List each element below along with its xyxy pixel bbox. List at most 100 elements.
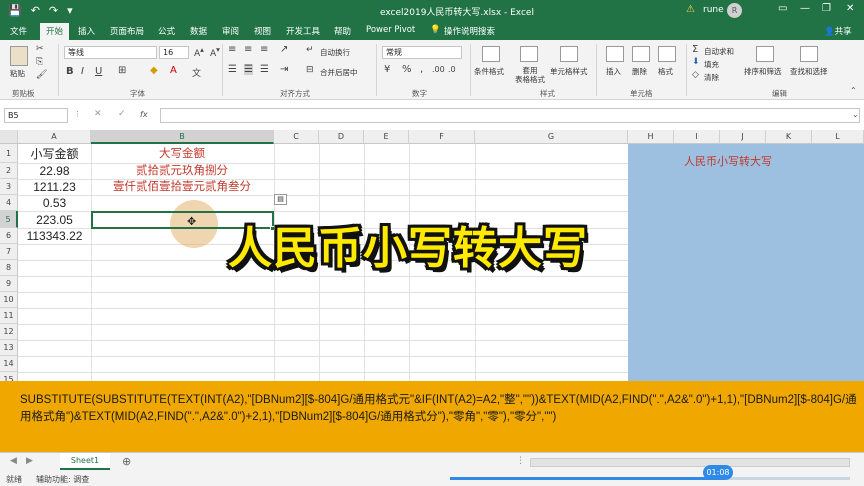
share-button[interactable]: 👤共享	[824, 25, 852, 37]
cell-style-icon[interactable]	[560, 46, 578, 62]
cut-icon[interactable]: ✂	[36, 44, 44, 54]
tab-formulas[interactable]: 公式	[158, 25, 175, 37]
paste-options-icon[interactable]: ▤	[274, 194, 287, 205]
row-header-8[interactable]: 8	[0, 260, 18, 276]
row-header-7[interactable]: 7	[0, 244, 18, 260]
warning-icon[interactable]: ⚠	[686, 4, 695, 15]
insert-button[interactable]: 插入	[606, 66, 621, 77]
conditional-format-icon[interactable]	[482, 46, 500, 62]
cancel-icon[interactable]: ✕	[94, 109, 102, 119]
row-header-12[interactable]: 12	[0, 324, 18, 340]
fill-color-icon[interactable]: ◆	[150, 65, 158, 76]
row-header-9[interactable]: 9	[0, 276, 18, 292]
customize-qat-icon[interactable]: ▾	[67, 4, 73, 17]
increase-decimal-icon[interactable]: .00	[432, 65, 445, 74]
align-center-icon[interactable]: ☰	[244, 64, 253, 75]
font-name-select[interactable]: 等线	[64, 46, 157, 59]
redo-icon[interactable]: ↷	[49, 4, 58, 17]
paste-icon[interactable]	[10, 46, 28, 66]
conditional-format-button[interactable]: 条件格式	[474, 66, 504, 77]
fill-icon[interactable]: ⬇	[692, 57, 700, 67]
merge-center-button[interactable]: 合并后居中	[320, 67, 358, 78]
row-header-10[interactable]: 10	[0, 292, 18, 308]
split-handle-icon[interactable]: ⋮	[516, 456, 525, 466]
col-header-d[interactable]: D	[319, 130, 364, 144]
align-right-icon[interactable]: ☰	[260, 64, 269, 75]
row-header-1[interactable]: 1	[0, 144, 18, 163]
cell-b3[interactable]: 壹仟贰佰壹拾壹元贰角叁分	[91, 179, 273, 195]
row-header-14[interactable]: 14	[0, 356, 18, 372]
paste-button[interactable]: 粘贴	[10, 68, 25, 79]
collapse-ribbon-icon[interactable]: ⌃	[850, 86, 857, 95]
find-select-icon[interactable]	[800, 46, 818, 62]
more-icon[interactable]: ⋮	[74, 110, 81, 118]
align-left-icon[interactable]: ☰	[228, 64, 237, 75]
font-color-icon[interactable]: A	[170, 65, 177, 76]
col-header-h[interactable]: H	[628, 130, 674, 144]
comma-icon[interactable]: ,	[420, 64, 423, 75]
cell-a3[interactable]: 1211.23	[18, 179, 91, 195]
expand-formula-icon[interactable]: ⌄	[852, 110, 859, 119]
find-select-button[interactable]: 查找和选择	[790, 66, 828, 77]
col-header-g[interactable]: G	[475, 130, 628, 144]
tab-view[interactable]: 视图	[254, 25, 271, 37]
underline-icon[interactable]: U	[95, 66, 102, 77]
insert-function-icon[interactable]: fx	[140, 110, 148, 119]
tell-me-search[interactable]: 操作说明搜索	[444, 25, 495, 37]
delete-button[interactable]: 删除	[632, 66, 647, 77]
enter-icon[interactable]: ✓	[118, 109, 126, 119]
copy-icon[interactable]: ⎘	[36, 57, 43, 67]
number-format-select[interactable]: 常规	[382, 46, 462, 59]
cell-a4[interactable]: 0.53	[18, 195, 91, 211]
percent-icon[interactable]: %	[402, 64, 412, 75]
ribbon-display-icon[interactable]: ▭	[778, 3, 787, 14]
indent-icon[interactable]: ⇥	[280, 64, 288, 75]
row-header-2[interactable]: 2	[0, 163, 18, 179]
avatar[interactable]: R	[727, 3, 742, 18]
italic-icon[interactable]: I	[81, 66, 84, 77]
insert-cells-icon[interactable]	[606, 46, 624, 62]
autosum-button[interactable]: 自动求和	[704, 46, 734, 57]
col-header-k[interactable]: K	[766, 130, 812, 144]
format-button[interactable]: 格式	[658, 66, 673, 77]
row-header-5[interactable]: 5	[0, 211, 18, 228]
borders-icon[interactable]: ⊞	[118, 65, 126, 76]
tab-help[interactable]: 帮助	[334, 25, 351, 37]
phonetic-icon[interactable]: 文	[192, 66, 201, 79]
decrease-decimal-icon[interactable]: .0	[448, 65, 456, 74]
col-header-f[interactable]: F	[409, 130, 475, 144]
orientation-icon[interactable]: ↗	[280, 44, 288, 55]
bold-icon[interactable]: B	[66, 66, 74, 77]
delete-cells-icon[interactable]	[632, 46, 650, 62]
col-header-a[interactable]: A	[18, 130, 91, 144]
prev-sheet-icon[interactable]: ◀	[10, 456, 17, 466]
format-table-button[interactable]: 套用 表格格式	[512, 66, 548, 84]
col-header-b[interactable]: B	[91, 130, 274, 144]
col-header-j[interactable]: J	[720, 130, 766, 144]
undo-icon[interactable]: ↶	[31, 4, 40, 17]
align-bottom-icon[interactable]: ≡	[260, 44, 268, 55]
save-icon[interactable]: 💾	[8, 4, 22, 17]
wrap-text-icon[interactable]: ↵	[306, 45, 314, 55]
fill-button[interactable]: 填充	[704, 59, 719, 70]
video-time-badge[interactable]: 01:08	[703, 465, 733, 480]
row-header-4[interactable]: 4	[0, 195, 18, 211]
sheet-tab-sheet1[interactable]: Sheet1	[60, 453, 110, 470]
row-header-6[interactable]: 6	[0, 228, 18, 244]
increase-font-icon[interactable]: A▴	[194, 45, 204, 59]
cell-a5[interactable]: 223.05	[18, 212, 91, 228]
wrap-text-button[interactable]: 自动换行	[320, 47, 350, 58]
cell-a6[interactable]: 113343.22	[18, 228, 91, 244]
align-top-icon[interactable]: ≡	[228, 44, 236, 55]
clear-button[interactable]: 清除	[704, 72, 719, 83]
add-sheet-icon[interactable]: ⊕	[122, 455, 131, 468]
close-button[interactable]: ✕	[846, 3, 854, 14]
merge-center-icon[interactable]: ⊟	[306, 65, 314, 75]
currency-icon[interactable]: ¥	[384, 64, 390, 75]
sort-filter-icon[interactable]	[756, 46, 774, 62]
align-middle-icon[interactable]: ≡	[244, 44, 252, 55]
user-name[interactable]: rune	[703, 5, 724, 15]
tab-review[interactable]: 审阅	[222, 25, 239, 37]
tab-developer[interactable]: 开发工具	[286, 25, 320, 37]
row-header-11[interactable]: 11	[0, 308, 18, 324]
